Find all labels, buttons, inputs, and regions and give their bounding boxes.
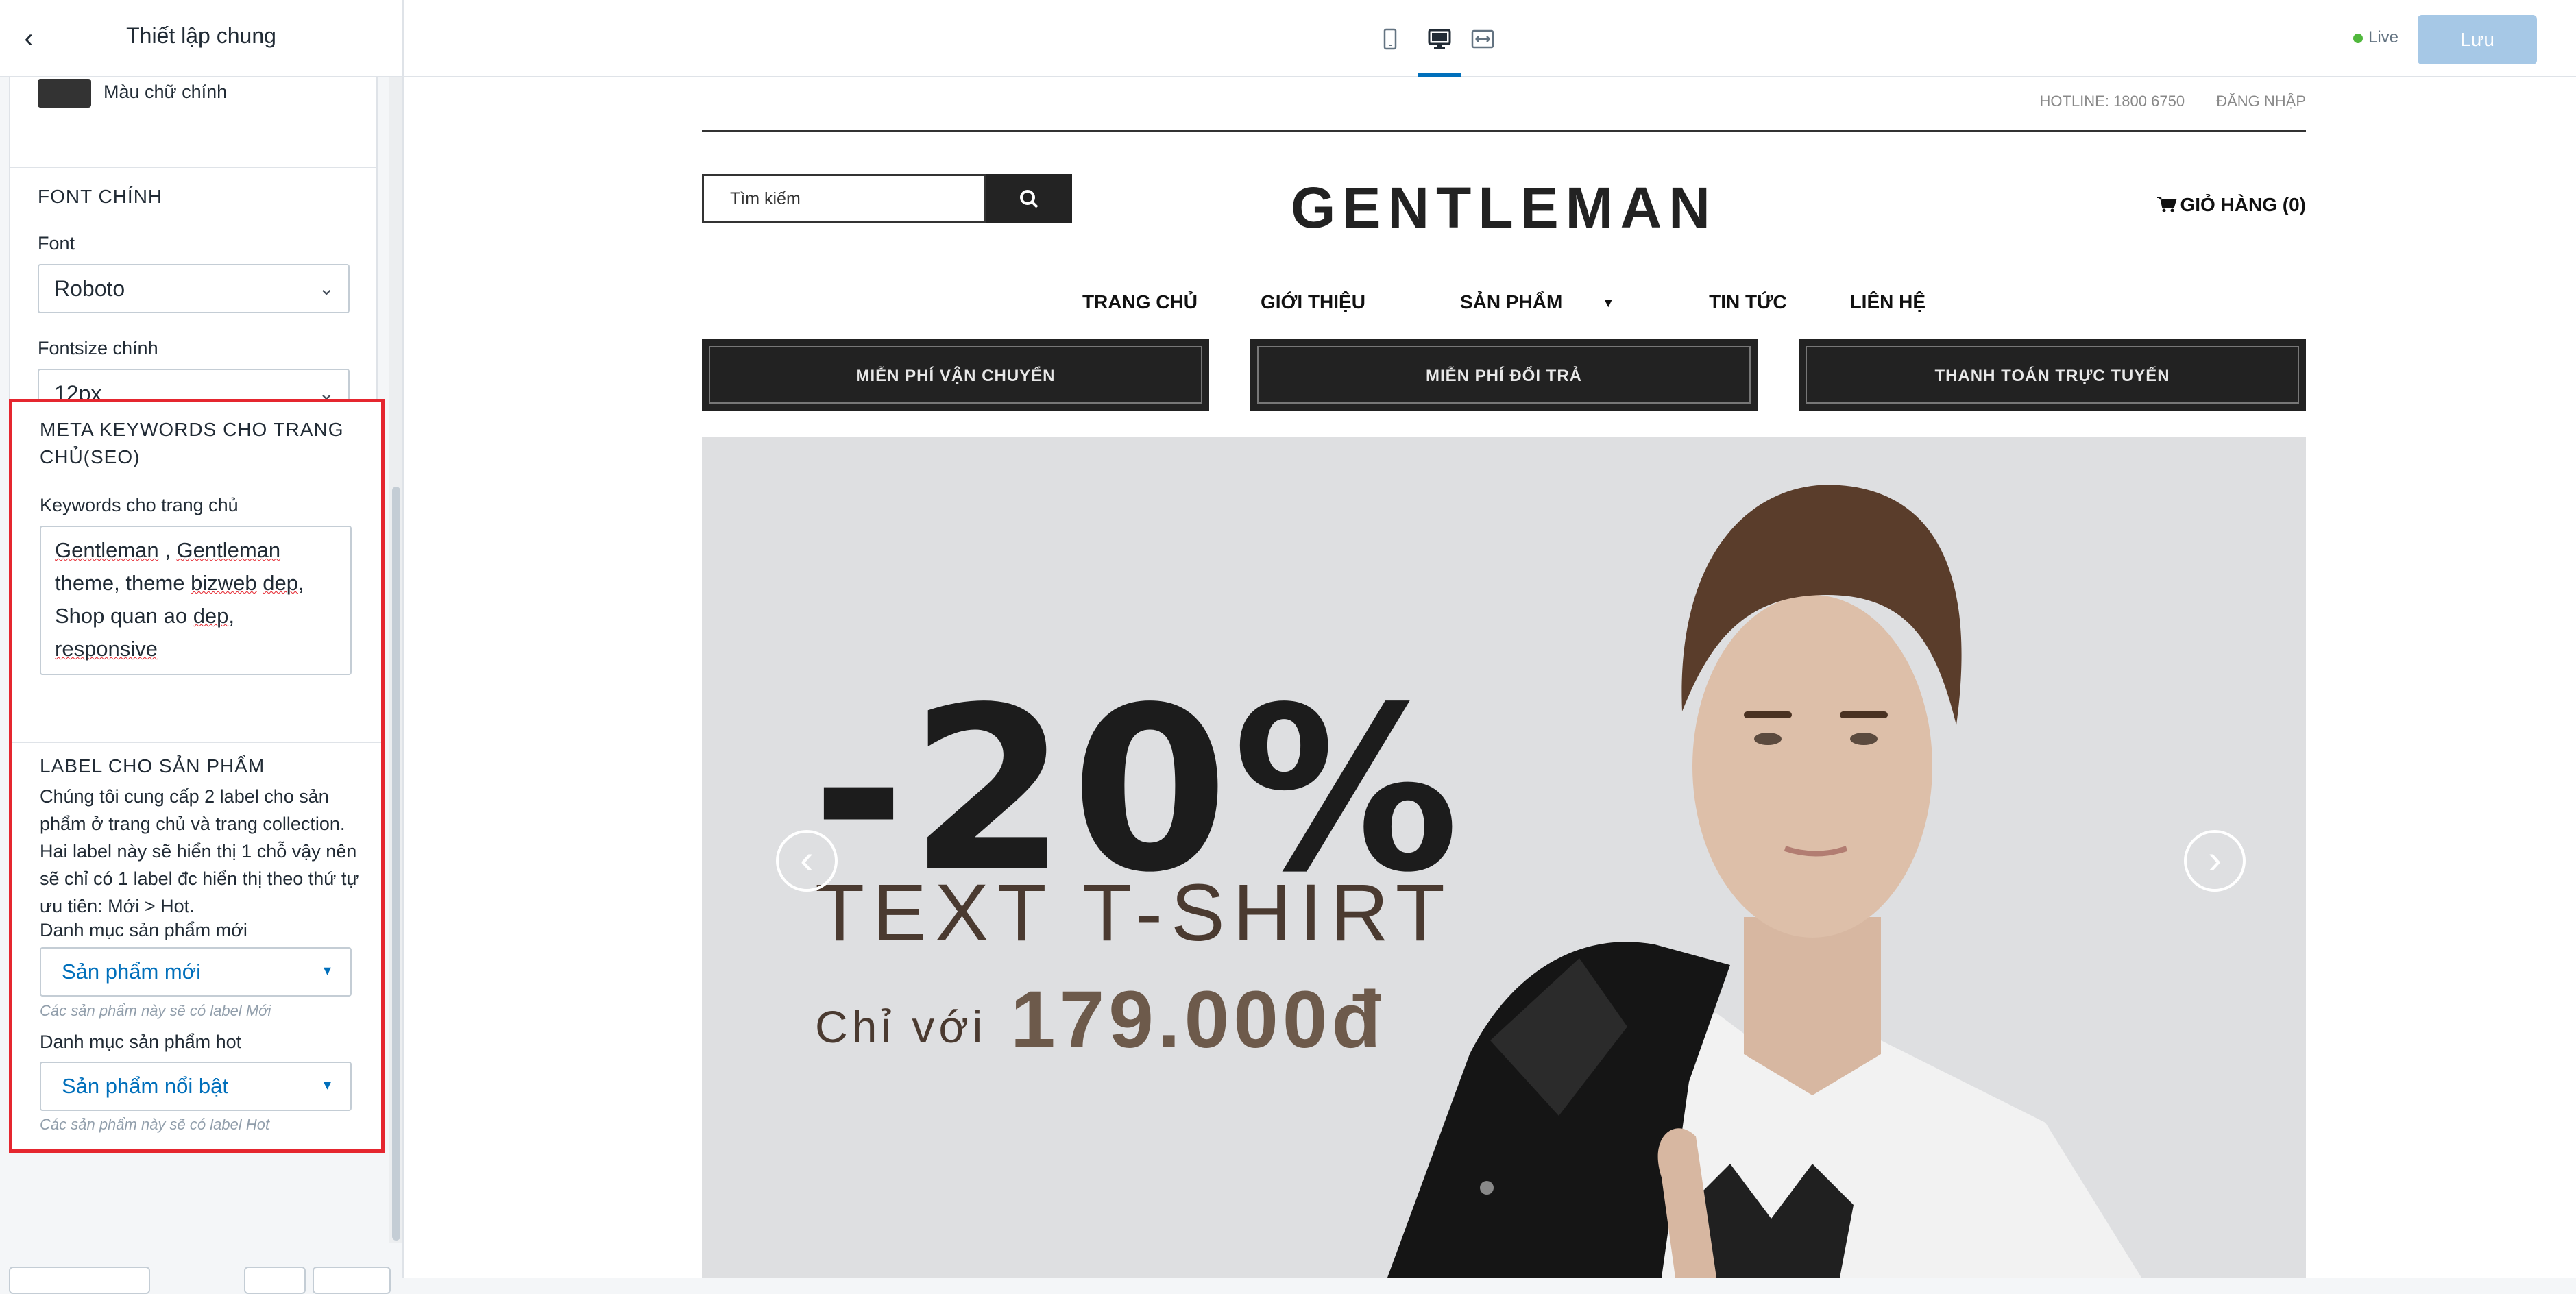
seo-keywords-label: Keywords cho trang chủ [40, 495, 239, 515]
section-divider [12, 742, 381, 743]
panel-footer [0, 1260, 404, 1294]
label-section-title: LABEL CHO SẢN PHẨM [40, 755, 265, 777]
nav-item-news[interactable]: TIN TỨC [1709, 291, 1786, 313]
live-status-dot [2353, 34, 2363, 43]
new-products-label: Danh mục sản phẩm mới [40, 920, 247, 940]
new-products-hint: Các sản phẩm này sẽ có label Mới [40, 1002, 271, 1019]
policy-box-payment: THANH TOÁN TRỰC TUYẾN [1799, 339, 2306, 411]
mobile-device-icon[interactable] [1377, 26, 1403, 52]
new-products-select-value: Sản phẩm mới [62, 960, 201, 984]
footer-button[interactable] [313, 1267, 391, 1294]
seo-section-title: META KEYWORDS CHO TRANG CHỦ(SEO) [40, 419, 344, 467]
nav-item-products[interactable]: SẢN PHẨM ▼ [1429, 291, 1646, 313]
banner-product-name: TEXT T-SHIRT [815, 868, 1453, 958]
policy-box-returns: MIỄN PHÍ ĐỔI TRẢ [1250, 339, 1758, 411]
text-color-swatch[interactable] [38, 79, 91, 108]
font-select-value: Roboto [54, 276, 125, 301]
hot-products-select-value: Sản phẩm nổi bật [62, 1074, 229, 1098]
preview-toolbar: Live Lưu [404, 0, 2576, 77]
hero-banner[interactable]: -20% TEXT T-SHIRT Chỉ với 179.000đ ‹ › [702, 437, 2306, 1278]
label-section-description: Chúng tôi cung cấp 2 label cho sản phẩm … [40, 786, 359, 916]
hot-products-select[interactable]: Sản phẩm nổi bật ▾ [40, 1062, 352, 1111]
login-link[interactable]: ĐĂNG NHẬP [2216, 93, 2306, 110]
cart-link[interactable]: GIỎ HÀNG (0) [2156, 194, 2306, 216]
banner-price: 179.000đ [1010, 975, 1385, 1065]
policy-label: MIỄN PHÍ ĐỔI TRẢ [1257, 346, 1751, 404]
text-color-label: Màu chữ chính [104, 82, 228, 102]
policy-box-shipping: MIỄN PHÍ VẬN CHUYỂN [702, 339, 1209, 411]
panel-title: Thiết lập chung [126, 23, 276, 48]
font-select[interactable]: Roboto ⌄ [38, 264, 350, 313]
desktop-device-icon[interactable] [1426, 26, 1453, 52]
font-section-title: FONT CHÍNH [38, 186, 163, 207]
footer-button[interactable] [244, 1267, 306, 1294]
caret-down-icon: ▼ [1602, 296, 1615, 310]
fontsize-label: Fontsize chính [38, 338, 158, 358]
caret-down-icon: ▾ [323, 1076, 331, 1093]
new-products-select[interactable]: Sản phẩm mới ▾ [40, 947, 352, 997]
live-status-label: Live [2368, 28, 2399, 47]
settings-panel: ‹ Thiết lập chung Màu chữ chính FONT CHÍ… [0, 0, 404, 1294]
font-label: Font [38, 233, 75, 254]
footer-button[interactable] [9, 1267, 150, 1294]
hotline-text: HOTLINE: 1800 6750 [2039, 93, 2185, 110]
fullwidth-device-icon[interactable] [1470, 26, 1496, 52]
nav-item-about[interactable]: GIỚI THIỆU [1261, 291, 1365, 313]
nav-item-products-label: SẢN PHẨM [1459, 291, 1563, 313]
store-nav: TRANG CHỦ GIỚI THIỆU SẢN PHẨM ▼ TIN TỨC LIÊN … [702, 291, 2306, 313]
policy-label: MIỄN PHÍ VẬN CHUYỂN [709, 346, 1202, 404]
cart-icon [2157, 197, 2177, 212]
cart-label: GIỎ HÀNG (0) [2180, 194, 2306, 215]
banner-prev-arrow-icon[interactable]: ‹ [776, 830, 838, 892]
save-button[interactable]: Lưu [2418, 15, 2537, 64]
hot-products-label: Danh mục sản phẩm hot [40, 1031, 242, 1052]
nav-item-contact[interactable]: LIÊN HỆ [1850, 291, 1925, 313]
nav-item-home[interactable]: TRANG CHỦ [1082, 291, 1198, 313]
panel-scroll-area: Màu chữ chính FONT CHÍNH Font Roboto ⌄ F… [0, 77, 402, 1243]
caret-down-icon: ▾ [323, 962, 331, 979]
panel-scrollbar-thumb[interactable] [392, 487, 400, 1241]
store-preview: HOTLINE: 1800 6750 ĐĂNG NHẬP Tìm kiếm GE… [404, 77, 2576, 1278]
policy-label: THANH TOÁN TRỰC TUYẾN [1806, 346, 2299, 404]
store-logo[interactable]: GENTLEMAN [702, 175, 2306, 241]
banner-price-prefix: Chỉ với [815, 1001, 987, 1052]
hot-products-hint: Các sản phẩm này sẽ có label Hot [40, 1116, 270, 1133]
chevron-down-icon: ⌄ [318, 278, 335, 299]
panel-header: ‹ Thiết lập chung [0, 0, 402, 77]
seo-keywords-textarea[interactable]: Gentleman , Gentleman theme, theme bizwe… [40, 526, 352, 675]
highlighted-settings-region: META KEYWORDS CHO TRANG CHỦ(SEO) Keyword… [9, 399, 385, 1153]
store-top-links: HOTLINE: 1800 6750 ĐĂNG NHẬP [2013, 93, 2307, 110]
banner-next-arrow-icon[interactable]: › [2184, 830, 2246, 892]
header-divider [702, 130, 2306, 132]
